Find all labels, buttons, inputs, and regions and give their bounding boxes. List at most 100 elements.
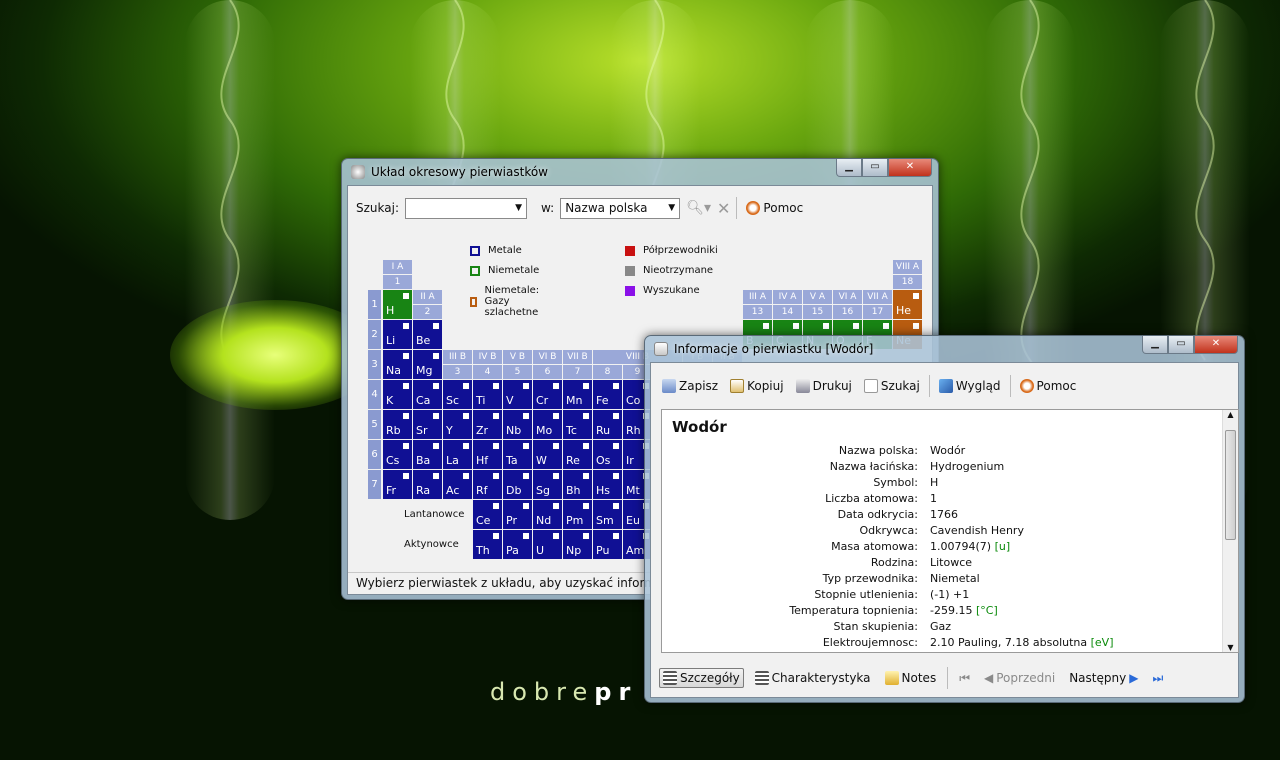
- element-symbol: Sc: [446, 394, 460, 407]
- previous-button[interactable]: ◀ Poprzedni: [981, 669, 1058, 687]
- group-number: 8: [593, 365, 622, 379]
- element-cell[interactable]: Ti: [473, 380, 502, 409]
- element-cell[interactable]: Mn: [563, 380, 592, 409]
- last-record-button[interactable]: ⏭: [1149, 669, 1166, 688]
- element-cell[interactable]: Ra: [413, 470, 442, 499]
- element-cell[interactable]: Rb: [383, 410, 412, 439]
- tab-notes[interactable]: Notes: [882, 669, 940, 687]
- scroll-down-icon[interactable]: ▼: [1223, 643, 1238, 652]
- element-cell[interactable]: La: [443, 440, 472, 469]
- element-cell[interactable]: Sg: [533, 470, 562, 499]
- element-cell[interactable]: Be: [413, 320, 442, 349]
- element-marker: [553, 413, 559, 419]
- element-symbol: Ra: [416, 484, 431, 497]
- element-details-panel[interactable]: Wodór Nazwa polska: Wodór Nazwa łacińska: H…: [661, 409, 1239, 653]
- close-button[interactable]: ✕: [888, 159, 932, 177]
- minimize-button[interactable]: ▁: [836, 159, 862, 177]
- appearance-icon: [938, 379, 953, 393]
- element-marker: [553, 383, 559, 389]
- search-label: Szukaj:: [356, 201, 399, 215]
- element-cell[interactable]: Ca: [413, 380, 442, 409]
- search-icon[interactable]: 🔍︎▾: [686, 200, 711, 216]
- maximize-button[interactable]: ▭: [862, 159, 888, 177]
- element-cell[interactable]: Fe: [593, 380, 622, 409]
- element-symbol: Re: [566, 454, 580, 467]
- element-cell[interactable]: Rf: [473, 470, 502, 499]
- element-cell[interactable]: Re: [563, 440, 592, 469]
- appearance-button[interactable]: Wygląd: [936, 377, 1004, 395]
- element-cell[interactable]: H: [383, 290, 412, 319]
- element-cell[interactable]: Na: [383, 350, 412, 379]
- help-button[interactable]: Pomoc: [743, 199, 806, 217]
- scrollbar-thumb[interactable]: [1225, 430, 1236, 540]
- scroll-up-icon[interactable]: ▲: [1223, 410, 1238, 419]
- element-cell[interactable]: Pu: [593, 530, 622, 559]
- element-symbol: Am: [626, 544, 645, 557]
- group-number: 1: [383, 275, 412, 289]
- group-header: VII A: [863, 290, 892, 304]
- group-number: 2: [413, 305, 442, 319]
- element-cell[interactable]: Sm: [593, 500, 622, 529]
- element-cell[interactable]: V: [503, 380, 532, 409]
- element-cell[interactable]: Sc: [443, 380, 472, 409]
- element-marker: [583, 473, 589, 479]
- tab-details[interactable]: Szczegóły: [659, 668, 744, 688]
- save-button[interactable]: Zapisz: [659, 377, 721, 395]
- element-cell[interactable]: Hs: [593, 470, 622, 499]
- first-record-button[interactable]: ⏮: [956, 669, 973, 688]
- tab-characteristics[interactable]: Charakterystyka: [752, 669, 874, 687]
- next-button[interactable]: Następny ▶: [1066, 669, 1141, 687]
- element-cell[interactable]: Fr: [383, 470, 412, 499]
- search-button[interactable]: Szukaj: [861, 377, 923, 395]
- element-cell[interactable]: K: [383, 380, 412, 409]
- search-input[interactable]: ▼: [405, 197, 527, 219]
- element-cell[interactable]: Hf: [473, 440, 502, 469]
- minimize-button[interactable]: ▁: [1142, 336, 1168, 354]
- element-cell[interactable]: Nd: [533, 500, 562, 529]
- element-marker: [493, 533, 499, 539]
- element-cell[interactable]: Li: [383, 320, 412, 349]
- field-select[interactable]: Nazwa polska ▼: [560, 197, 681, 219]
- element-cell[interactable]: Pm: [563, 500, 592, 529]
- element-cell[interactable]: Os: [593, 440, 622, 469]
- element-marker: [553, 473, 559, 479]
- maximize-button[interactable]: ▭: [1168, 336, 1194, 354]
- detail-value: 2.10 Pauling, 7.18 absolutna [eV]: [930, 636, 1114, 649]
- element-cell[interactable]: W: [533, 440, 562, 469]
- element-cell[interactable]: Ba: [413, 440, 442, 469]
- element-cell[interactable]: Nb: [503, 410, 532, 439]
- element-cell[interactable]: Th: [473, 530, 502, 559]
- element-cell[interactable]: Ta: [503, 440, 532, 469]
- details-scrollbar[interactable]: ▲ ▼: [1222, 410, 1238, 652]
- element-cell[interactable]: Ru: [593, 410, 622, 439]
- element-marker: [883, 323, 889, 329]
- clear-icon[interactable]: ✕: [717, 199, 730, 218]
- element-cell[interactable]: Ce: [473, 500, 502, 529]
- detail-row: Masa atomowa: 1.00794(7) [u]: [662, 540, 1238, 556]
- element-cell[interactable]: He: [893, 290, 922, 319]
- element-cell[interactable]: Db: [503, 470, 532, 499]
- element-cell[interactable]: Np: [563, 530, 592, 559]
- element-cell[interactable]: Pr: [503, 500, 532, 529]
- element-symbol: Ti: [476, 394, 486, 407]
- element-cell[interactable]: Tc: [563, 410, 592, 439]
- element-cell[interactable]: Sr: [413, 410, 442, 439]
- element-cell[interactable]: U: [533, 530, 562, 559]
- element-cell[interactable]: Mg: [413, 350, 442, 379]
- group-number: 17: [863, 305, 892, 319]
- window-title: Informacje o pierwiastku [Wodór]: [674, 342, 874, 356]
- close-button[interactable]: ✕: [1194, 336, 1238, 354]
- element-symbol: Pm: [566, 514, 584, 527]
- element-cell[interactable]: Y: [443, 410, 472, 439]
- element-cell[interactable]: Mo: [533, 410, 562, 439]
- element-cell[interactable]: Ac: [443, 470, 472, 499]
- help-button[interactable]: Pomoc: [1017, 377, 1080, 395]
- element-cell[interactable]: Bh: [563, 470, 592, 499]
- element-symbol: Mo: [536, 424, 553, 437]
- element-cell[interactable]: Zr: [473, 410, 502, 439]
- element-cell[interactable]: Cs: [383, 440, 412, 469]
- element-cell[interactable]: Cr: [533, 380, 562, 409]
- print-button[interactable]: Drukuj: [793, 377, 855, 395]
- copy-button[interactable]: Kopiuj: [727, 377, 787, 395]
- element-cell[interactable]: Pa: [503, 530, 532, 559]
